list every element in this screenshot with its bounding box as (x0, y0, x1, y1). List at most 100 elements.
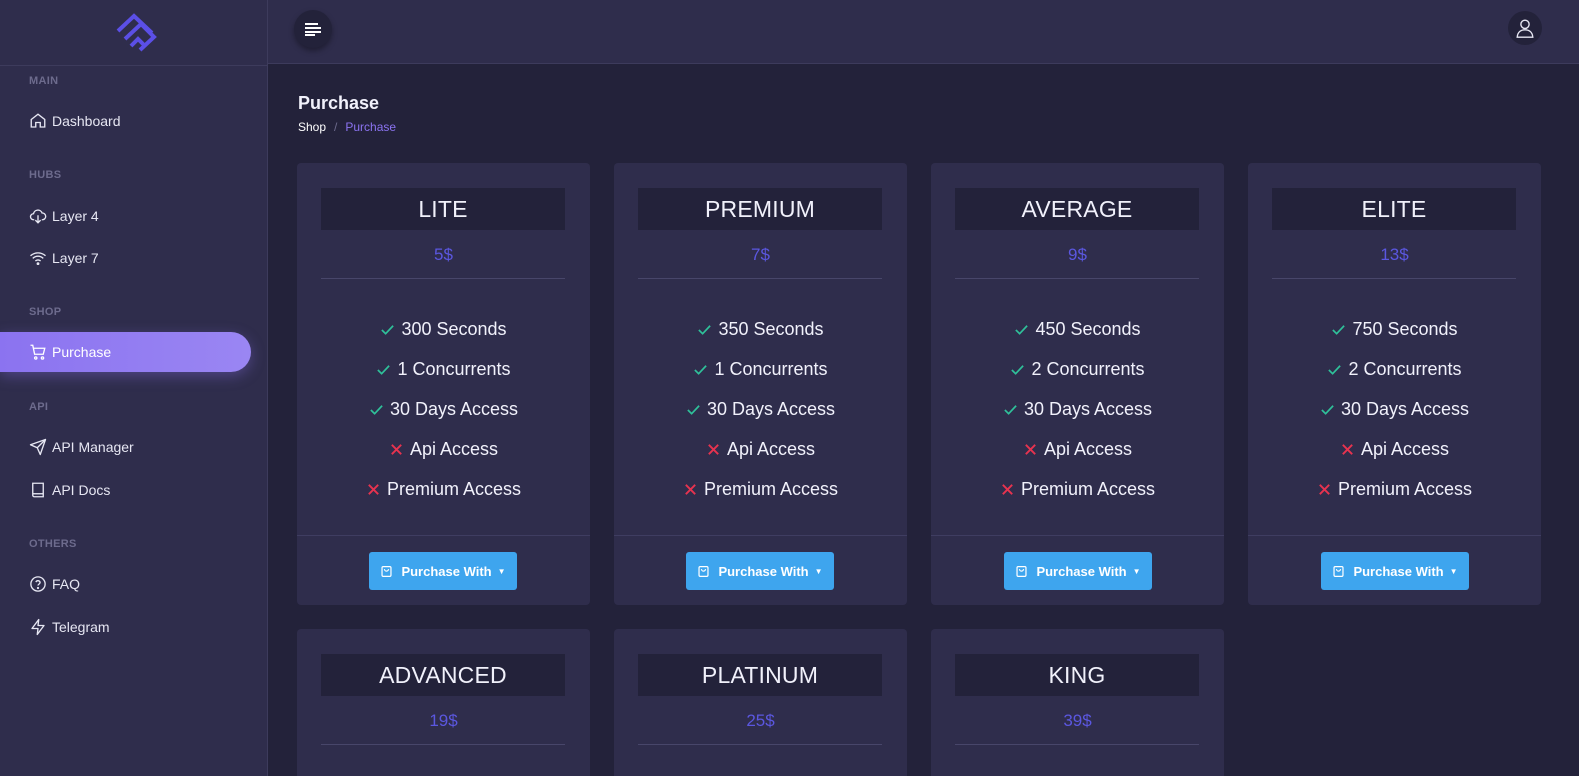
feature-text: Premium Access (1337, 478, 1473, 499)
feature-text: Api Access (409, 438, 499, 459)
sidebar-item-label: API Manager (52, 439, 134, 455)
sidebar-item-label: Purchase (52, 344, 112, 360)
cross-icon (1317, 482, 1332, 497)
plan-card-elite: ELITE 13$ 750 Seconds 2 Concurrents 30 D… (1248, 163, 1541, 605)
breadcrumb: Shop / Purchase (298, 120, 396, 134)
plan-name: PLATINUM (638, 654, 882, 696)
check-icon (1014, 322, 1029, 337)
sidebar-item-purchase[interactable]: Purchase (0, 332, 251, 372)
card-footer-divider (931, 535, 1224, 536)
plan-name: ELITE (1272, 188, 1516, 230)
divider (1272, 278, 1516, 279)
card-footer-divider (1248, 535, 1541, 536)
feature-list: 750 Seconds 2 Concurrents 30 Days Access… (1248, 309, 1541, 509)
caret-down-icon: ▼ (1449, 566, 1458, 576)
plan-name: AVERAGE (955, 188, 1199, 230)
feature-item: 30 Days Access (614, 389, 907, 429)
avatar[interactable] (1508, 11, 1542, 45)
sidebar-item-label: FAQ (52, 576, 81, 592)
plan-card-lite: LITE 5$ 300 Seconds 1 Concurrents 30 Day… (297, 163, 590, 605)
sidebar-item-layer-7[interactable]: Layer 7 (0, 238, 251, 278)
plan-price: 7$ (751, 245, 770, 264)
sidebar-item-api-manager[interactable]: API Manager (0, 427, 251, 467)
sidebar-item-telegram[interactable]: Telegram (0, 607, 251, 647)
shopping-bag-icon (1015, 565, 1028, 578)
feature-text: Premium Access (1020, 478, 1156, 499)
caret-down-icon: ▼ (497, 566, 506, 576)
cross-icon (1340, 442, 1355, 457)
sidebar-item-label: Telegram (52, 619, 110, 635)
cross-icon (1023, 442, 1038, 457)
feature-text: 300 Seconds (401, 318, 507, 339)
divider (638, 744, 882, 745)
sidebar-item-api-docs[interactable]: API Docs (0, 470, 251, 510)
caret-down-icon: ▼ (1132, 566, 1141, 576)
sidebar-item-dashboard[interactable]: Dashboard (0, 101, 251, 141)
help-circle-icon (29, 575, 47, 593)
purchase-with-label: Purchase With (401, 563, 492, 579)
purchase-with-label: Purchase With (1036, 563, 1127, 579)
plan-price: 19$ (429, 711, 458, 730)
purchase-with-button[interactable]: Purchase With ▼ (686, 552, 834, 590)
plan-card-premium: PREMIUM 7$ 350 Seconds 1 Concurrents 30 … (614, 163, 907, 605)
purchase-with-label: Purchase With (718, 563, 809, 579)
divider (955, 278, 1199, 279)
feature-item: Api Access (931, 429, 1224, 469)
plan-price: 25$ (746, 711, 775, 730)
feature-item: Api Access (297, 429, 590, 469)
plan-card-average: AVERAGE 9$ 450 Seconds 2 Concurrents 30 … (931, 163, 1224, 605)
menu-toggle-button[interactable] (294, 10, 332, 48)
feature-item: 450 Seconds (931, 309, 1224, 349)
sidebar-item-faq[interactable]: FAQ (0, 564, 251, 604)
cross-icon (389, 442, 404, 457)
feature-item: Api Access (614, 429, 907, 469)
logo-area (0, 0, 267, 66)
feature-item: 750 Seconds (1248, 309, 1541, 349)
brand-logo-icon[interactable] (114, 12, 158, 53)
sidebar: MAIN Dashboard HUBS Layer 4 Layer 7 SHOP… (0, 0, 268, 776)
purchase-with-button[interactable]: Purchase With ▼ (369, 552, 517, 590)
plan-price: 9$ (1068, 245, 1087, 264)
feature-text: 450 Seconds (1035, 318, 1141, 339)
feature-item: Premium Access (614, 469, 907, 509)
shopping-bag-icon (697, 565, 710, 578)
plan-name: LITE (321, 188, 565, 230)
cross-icon (1000, 482, 1015, 497)
breadcrumb-shop-link[interactable]: Shop (298, 120, 326, 134)
sidebar-item-layer-4[interactable]: Layer 4 (0, 196, 251, 236)
divider (638, 278, 882, 279)
divider (955, 744, 1199, 745)
feature-text: Api Access (726, 438, 816, 459)
check-icon (1010, 362, 1025, 377)
feature-item: 30 Days Access (931, 389, 1224, 429)
breadcrumb-current: Purchase (345, 120, 397, 134)
plan-card-advanced: ADVANCED 19$ (297, 629, 590, 776)
check-icon (693, 362, 708, 377)
check-icon (1320, 402, 1335, 417)
check-icon (376, 362, 391, 377)
feature-text: 2 Concurrents (1348, 358, 1462, 379)
feature-item: 30 Days Access (1248, 389, 1541, 429)
feature-text: 30 Days Access (706, 398, 836, 419)
purchase-with-button[interactable]: Purchase With ▼ (1321, 552, 1469, 590)
shopping-bag-icon (380, 565, 393, 578)
feature-item: 2 Concurrents (931, 349, 1224, 389)
purchase-with-button[interactable]: Purchase With ▼ (1004, 552, 1152, 590)
plan-price: 13$ (1380, 245, 1409, 264)
feature-item: 1 Concurrents (614, 349, 907, 389)
breadcrumb-separator: / (334, 120, 338, 134)
feature-item: Premium Access (931, 469, 1224, 509)
check-icon (686, 402, 701, 417)
feature-item: Api Access (1248, 429, 1541, 469)
feature-item: 350 Seconds (614, 309, 907, 349)
feature-text: 1 Concurrents (397, 358, 511, 379)
user-icon (1516, 19, 1534, 38)
divider (321, 744, 565, 745)
plan-card-platinum: PLATINUM 25$ (614, 629, 907, 776)
menu-icon (305, 23, 321, 36)
feature-text: 30 Days Access (1023, 398, 1153, 419)
feature-item: Premium Access (1248, 469, 1541, 509)
purchase-with-label: Purchase With (1353, 563, 1444, 579)
feature-text: 750 Seconds (1352, 318, 1458, 339)
section-label-others: OTHERS (29, 538, 77, 550)
